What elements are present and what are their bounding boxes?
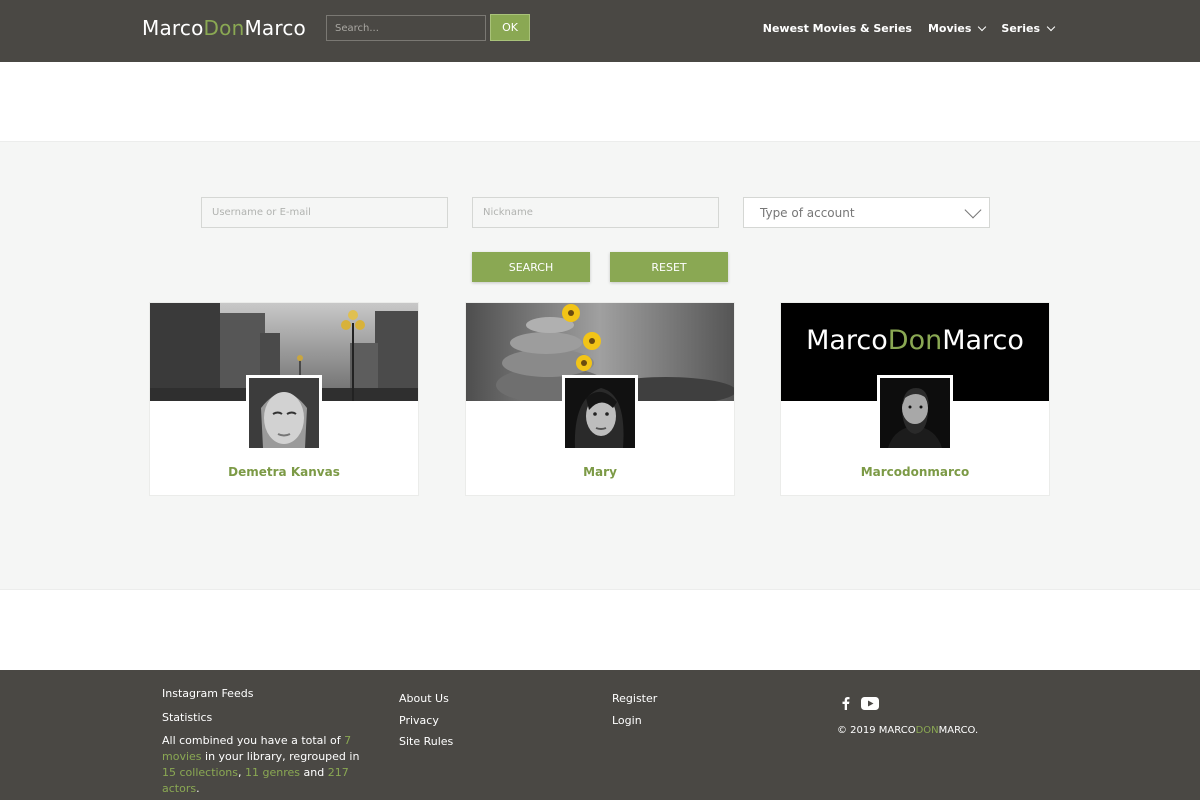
site-logo[interactable]: MarcoDonMarco xyxy=(142,16,306,40)
nav-series[interactable]: Series xyxy=(1001,22,1056,35)
footer-link-instagram[interactable]: Instagram Feeds xyxy=(162,687,253,700)
avatar xyxy=(562,375,638,451)
chevron-down-icon xyxy=(978,22,987,32)
user-card[interactable]: MarcoDonMarco Marcodonmarco xyxy=(780,302,1050,496)
search-ok-button[interactable]: OK xyxy=(490,14,530,41)
footer-link-login[interactable]: Login xyxy=(612,714,642,727)
reset-button[interactable]: RESET xyxy=(610,252,728,282)
card-name[interactable]: Marcodonmarco xyxy=(781,465,1049,479)
footer-link-site-rules[interactable]: Site Rules xyxy=(399,735,453,748)
site-footer: Instagram Feeds Statistics All combined … xyxy=(0,670,1200,800)
search-input[interactable] xyxy=(326,15,486,41)
facebook-icon[interactable] xyxy=(840,696,852,710)
footer-link-about[interactable]: About Us xyxy=(399,692,449,705)
card-name[interactable]: Demetra Kanvas xyxy=(150,465,418,479)
copyright-text: © 2019 MARCODONMARCO. xyxy=(837,725,979,736)
youtube-icon[interactable] xyxy=(861,696,879,710)
avatar xyxy=(246,375,322,451)
account-type-value: Type of account xyxy=(760,205,855,220)
search-button[interactable]: SEARCH xyxy=(472,252,590,282)
user-card[interactable]: Demetra Kanvas xyxy=(149,302,419,496)
footer-link-privacy[interactable]: Privacy xyxy=(399,714,439,727)
user-search-section: Type of account SEARCH RESET xyxy=(0,141,1200,590)
main-nav: Newest Movies & Series Movies Series xyxy=(763,22,1056,35)
username-email-field[interactable] xyxy=(201,197,448,228)
account-type-select[interactable]: Type of account xyxy=(743,197,990,228)
library-stats-text: All combined you have a total of 7 movie… xyxy=(162,734,360,795)
stat-genres-link[interactable]: 11 genres xyxy=(245,766,300,779)
nav-movies[interactable]: Movies xyxy=(928,22,987,35)
site-header: MarcoDonMarco OK Newest Movies & Series … xyxy=(0,0,1200,62)
cover-logo-text: MarcoDonMarco xyxy=(806,325,1024,356)
user-card[interactable]: Mary xyxy=(465,302,735,496)
avatar xyxy=(877,375,953,451)
footer-link-register[interactable]: Register xyxy=(612,692,657,705)
nickname-field[interactable] xyxy=(472,197,719,228)
nav-newest[interactable]: Newest Movies & Series xyxy=(763,22,912,35)
stat-collections-link[interactable]: 15 collections xyxy=(162,766,238,779)
chevron-down-icon xyxy=(964,201,982,219)
footer-link-statistics[interactable]: Statistics xyxy=(162,711,212,724)
chevron-down-icon xyxy=(1046,22,1056,32)
card-name[interactable]: Mary xyxy=(466,465,734,479)
